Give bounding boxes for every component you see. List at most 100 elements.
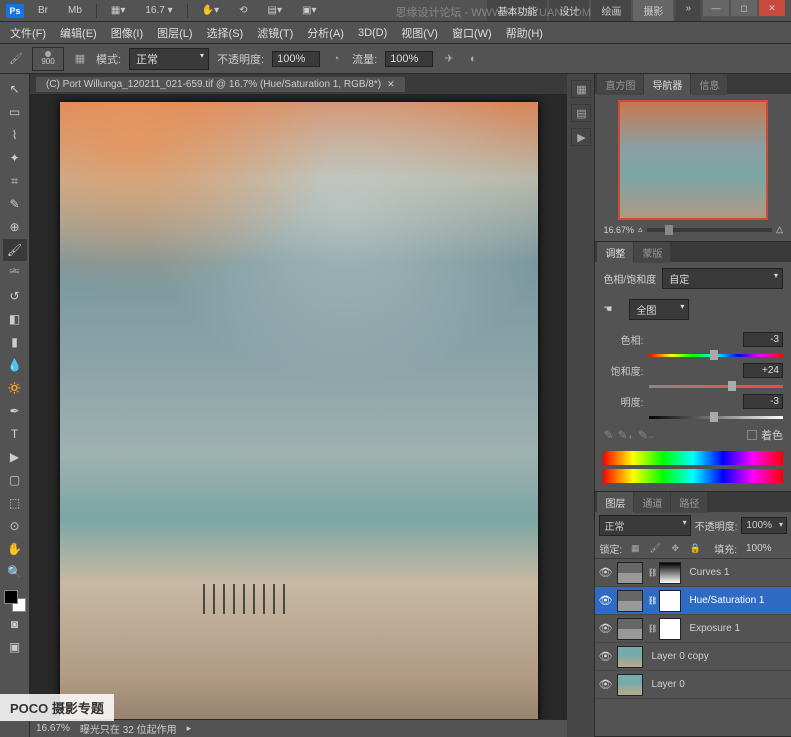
blend-mode-dropdown[interactable]: 正常 xyxy=(129,48,209,70)
menu-view[interactable]: 视图(V) xyxy=(395,22,444,44)
lasso-tool[interactable]: ⌇ xyxy=(3,124,27,146)
layer-row[interactable]: 👁 Layer 0 copy xyxy=(595,643,791,671)
screen-mode-tool[interactable]: ▣ xyxy=(3,636,27,658)
tab-channels[interactable]: 通道 xyxy=(634,492,670,513)
link-icon[interactable]: ⛓ xyxy=(647,624,655,633)
layer-thumb[interactable] xyxy=(617,590,643,612)
tab-histogram[interactable]: 直方图 xyxy=(597,74,643,95)
layer-name[interactable]: Layer 0 xyxy=(647,679,789,690)
crop-tool[interactable]: ⌗ xyxy=(3,170,27,192)
stamp-tool[interactable]: ⎃ xyxy=(3,262,27,284)
screen-mode-icon[interactable]: ▣▾ xyxy=(296,3,322,18)
workspace-more[interactable]: » xyxy=(675,0,701,21)
saturation-value[interactable]: +24 xyxy=(743,363,783,378)
lock-all-icon[interactable]: 🔒 xyxy=(688,542,702,556)
dock-icon-1[interactable]: ▦ xyxy=(571,80,591,98)
zoom-level[interactable]: 16.7 ▾ xyxy=(139,3,178,18)
zoom-tool[interactable]: 🔍 xyxy=(3,561,27,583)
eyedropper-minus-icon[interactable]: ✎₋ xyxy=(638,428,654,442)
visibility-icon[interactable]: 👁 xyxy=(597,566,613,579)
layer-thumb[interactable] xyxy=(617,674,643,696)
eraser-tool[interactable]: ◧ xyxy=(3,308,27,330)
gradient-tool[interactable]: ▮ xyxy=(3,331,27,353)
layer-thumb[interactable] xyxy=(617,646,643,668)
menu-image[interactable]: 图像(I) xyxy=(105,22,149,44)
type-tool[interactable]: T xyxy=(3,423,27,445)
arrange-icon[interactable]: ▤▾ xyxy=(262,3,288,18)
saturation-slider[interactable] xyxy=(649,382,783,390)
visibility-icon[interactable]: 👁 xyxy=(597,594,613,607)
dock-icon-3[interactable]: ▶ xyxy=(571,128,591,146)
workspace-tab-painting[interactable]: 绘画 xyxy=(591,0,631,21)
dock-icon-2[interactable]: ▤ xyxy=(571,104,591,122)
spot-heal-tool[interactable]: ⊕ xyxy=(3,216,27,238)
lock-position-icon[interactable]: ✥ xyxy=(668,542,682,556)
shape-tool[interactable]: ▢ xyxy=(3,469,27,491)
lightness-value[interactable]: -3 xyxy=(743,394,783,409)
visibility-icon[interactable]: 👁 xyxy=(597,650,613,663)
layer-opacity-input[interactable]: 100% xyxy=(741,517,787,534)
pen-tool[interactable]: ✒ xyxy=(3,400,27,422)
zoom-out-icon[interactable]: ▵ xyxy=(638,224,643,235)
3d-tool[interactable]: ⬚ xyxy=(3,492,27,514)
tab-adjustments[interactable]: 调整 xyxy=(597,242,633,263)
tab-paths[interactable]: 路径 xyxy=(671,492,707,513)
lock-transparency-icon[interactable]: ▦ xyxy=(628,542,642,556)
status-zoom[interactable]: 16.67% xyxy=(36,723,70,734)
tab-masks[interactable]: 蒙版 xyxy=(634,242,670,263)
tab-navigator[interactable]: 导航器 xyxy=(644,74,690,95)
zoom-in-icon[interactable]: △ xyxy=(776,224,783,235)
preset-dropdown[interactable]: 自定 xyxy=(662,268,783,289)
tab-layers[interactable]: 图层 xyxy=(597,492,633,513)
marquee-tool[interactable]: ▭ xyxy=(3,101,27,123)
layer-name[interactable]: Hue/Saturation 1 xyxy=(685,595,789,606)
tablet-pressure-icon[interactable]: ◐ xyxy=(465,51,481,67)
menu-help[interactable]: 帮助(H) xyxy=(500,22,549,44)
layer-row[interactable]: 👁 Layer 0 xyxy=(595,671,791,699)
layer-row[interactable]: 👁 ⛓ Hue/Saturation 1 xyxy=(595,587,791,615)
close-button[interactable]: ✕ xyxy=(759,0,785,16)
hand-icon[interactable]: ☚ xyxy=(603,304,623,315)
navigator-slider[interactable] xyxy=(647,228,773,232)
layer-blend-mode[interactable]: 正常 xyxy=(599,515,690,536)
menu-filter[interactable]: 滤镜(T) xyxy=(251,22,299,44)
blur-tool[interactable]: 💧 xyxy=(3,354,27,376)
move-tool[interactable]: ↖ xyxy=(3,78,27,100)
layer-name[interactable]: Curves 1 xyxy=(685,567,789,578)
3d-camera-tool[interactable]: ⊙ xyxy=(3,515,27,537)
hue-slider[interactable] xyxy=(649,351,783,359)
tab-info[interactable]: 信息 xyxy=(691,74,727,95)
menu-analysis[interactable]: 分析(A) xyxy=(301,22,350,44)
flow-input[interactable]: 100% xyxy=(385,51,433,67)
document-tab[interactable]: (C) Port Willunga_120211_021-659.tif @ 1… xyxy=(36,77,405,92)
layer-name[interactable]: Layer 0 copy xyxy=(647,651,789,662)
visibility-icon[interactable]: 👁 xyxy=(597,678,613,691)
colorize-checkbox[interactable]: 着色 xyxy=(747,427,783,443)
layer-mask-thumb[interactable] xyxy=(659,562,681,584)
workspace-tab-photography[interactable]: 摄影 xyxy=(633,0,673,21)
brush-panel-icon[interactable]: ▦ xyxy=(72,51,88,67)
hand-tool[interactable]: ✋ xyxy=(3,538,27,560)
hand-tool-icon[interactable]: ✋▾ xyxy=(196,3,225,18)
path-select-tool[interactable]: ▶ xyxy=(3,446,27,468)
maximize-button[interactable]: ◻ xyxy=(731,0,757,16)
brush-tool[interactable]: 🖌 xyxy=(3,239,27,261)
quick-mask-icon[interactable]: ◙ xyxy=(3,613,27,635)
airbrush-icon[interactable]: ✈ xyxy=(441,51,457,67)
menu-3d[interactable]: 3D(D) xyxy=(352,24,393,42)
minimize-button[interactable]: — xyxy=(703,0,729,16)
layer-row[interactable]: 👁 ⛓ Curves 1 xyxy=(595,559,791,587)
eyedropper-icon[interactable]: ✎ xyxy=(603,428,613,442)
navigator-zoom[interactable]: 16.67% xyxy=(603,225,634,235)
layer-mask-thumb[interactable] xyxy=(659,618,681,640)
bridge-icon[interactable]: Br xyxy=(32,3,54,18)
lock-pixels-icon[interactable]: 🖌 xyxy=(648,542,662,556)
menu-edit[interactable]: 编辑(E) xyxy=(54,22,103,44)
canvas[interactable] xyxy=(30,94,567,719)
opacity-input[interactable]: 100% xyxy=(272,51,320,67)
link-icon[interactable]: ⛓ xyxy=(647,596,655,605)
fill-input[interactable]: 100% xyxy=(743,542,787,555)
layer-mask-thumb[interactable] xyxy=(659,590,681,612)
menu-window[interactable]: 窗口(W) xyxy=(446,22,498,44)
opacity-pressure-icon[interactable]: ◔ xyxy=(328,51,344,67)
